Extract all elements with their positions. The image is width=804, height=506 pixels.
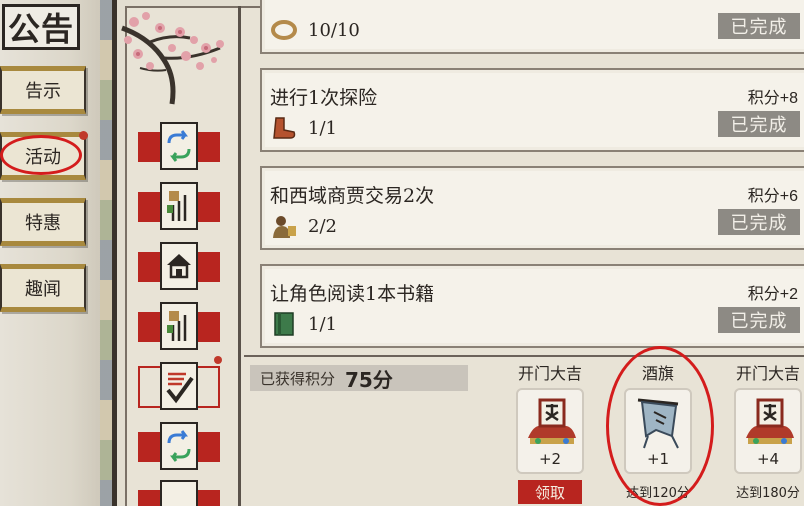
reward-count: +1 [646, 450, 670, 468]
notification-dot [214, 356, 222, 364]
reward-name: 酒旗 [641, 364, 674, 383]
quest-status: 已完成 [718, 307, 800, 333]
score-label: 已获得积分 [260, 369, 336, 388]
category-scroll-3[interactable] [138, 480, 220, 506]
sidebar-item-label: 告示 [25, 81, 61, 102]
reward-card: +2 [516, 388, 584, 474]
quest-points: 积分+6 [747, 188, 798, 205]
book-icon [274, 312, 294, 336]
house-icon [167, 254, 191, 279]
reward-card: +4 [734, 388, 802, 474]
sidebar: 公告 告示 活动 特惠 趣闻 [0, 0, 100, 506]
boot-icon [273, 117, 296, 139]
reward-name: 开门大吉 [735, 364, 800, 383]
sidebar-title: 公告 [2, 4, 80, 50]
score-value: 75分 [345, 367, 393, 392]
quest-progress: 2/2 [308, 216, 337, 237]
category-checklist-selected[interactable] [138, 356, 222, 412]
quest-card: 进行1次探险 1/1 积分+8 已完成 [260, 68, 804, 152]
quest-progress: 1/1 [308, 118, 337, 139]
good-fortune-charm-icon [746, 398, 794, 444]
sidebar-item-label: 特惠 [25, 213, 61, 234]
sidebar-item-activity[interactable]: 活动 [0, 131, 88, 180]
exchange-icon [167, 430, 191, 462]
quest-progress: 10/10 [308, 20, 360, 41]
notification-dot [79, 131, 88, 140]
quest-points: 积分+8 [747, 90, 798, 107]
category-exchange[interactable] [138, 122, 220, 172]
reward-item[interactable]: 开门大吉 +4 达到180分 [732, 360, 804, 501]
scroll-icon [167, 191, 187, 221]
quest-card: 10/10 已完成 [260, 0, 804, 54]
claim-button[interactable]: 领取 [518, 480, 582, 504]
quest-status: 已完成 [718, 13, 800, 39]
sidebar-item-deals[interactable]: 特惠 [0, 198, 86, 246]
good-fortune-charm-icon [528, 398, 576, 444]
reward-card: +1 [624, 388, 692, 474]
divider [238, 6, 241, 506]
quest-card: 和西域商贾交易2次 2/2 积分+6 已完成 [260, 166, 804, 250]
quest-status: 已完成 [718, 111, 800, 137]
reward-requirement: 达到120分 [626, 486, 690, 501]
quest-progress: 1/1 [308, 314, 337, 335]
category-exchange-2[interactable] [138, 422, 220, 472]
score-display: 已获得积分 75分 [250, 365, 468, 392]
exchange-icon [167, 130, 191, 162]
scroll-icon [167, 311, 187, 341]
divider [244, 355, 804, 357]
quest-title: 让角色阅读1本书籍 [270, 283, 435, 305]
sidebar-item-notice[interactable]: 告示 [0, 66, 86, 114]
merchant-icon [273, 216, 296, 238]
quest-title: 和西域商贾交易2次 [270, 185, 435, 207]
sidebar-item-label: 趣闻 [25, 279, 61, 300]
reward-name: 开门大吉 [517, 364, 582, 383]
reward-count: +4 [756, 450, 780, 468]
sidebar-item-label: 活动 [25, 147, 61, 168]
checklist-icon [166, 372, 194, 404]
reward-requirement: 达到180分 [736, 486, 800, 501]
category-house[interactable] [138, 242, 220, 292]
quest-status: 已完成 [718, 209, 800, 235]
quest-points: 积分+2 [747, 286, 798, 303]
reward-item[interactable]: 酒旗 +1 达到120分 [622, 360, 694, 501]
reward-count: +2 [538, 450, 562, 468]
wine-banner-icon [637, 398, 679, 449]
sidebar-item-anecdotes[interactable]: 趣闻 [0, 264, 86, 312]
reward-item[interactable]: 开门大吉 +2 领取 [514, 360, 586, 504]
category-scroll[interactable] [138, 182, 220, 232]
plum-blossom-icon [121, 12, 224, 105]
quest-title: 进行1次探险 [270, 87, 378, 109]
category-scroll-2[interactable] [138, 302, 220, 352]
quest-card: 让角色阅读1本书籍 1/1 积分+2 已完成 [260, 264, 804, 348]
rope-icon [271, 20, 297, 40]
